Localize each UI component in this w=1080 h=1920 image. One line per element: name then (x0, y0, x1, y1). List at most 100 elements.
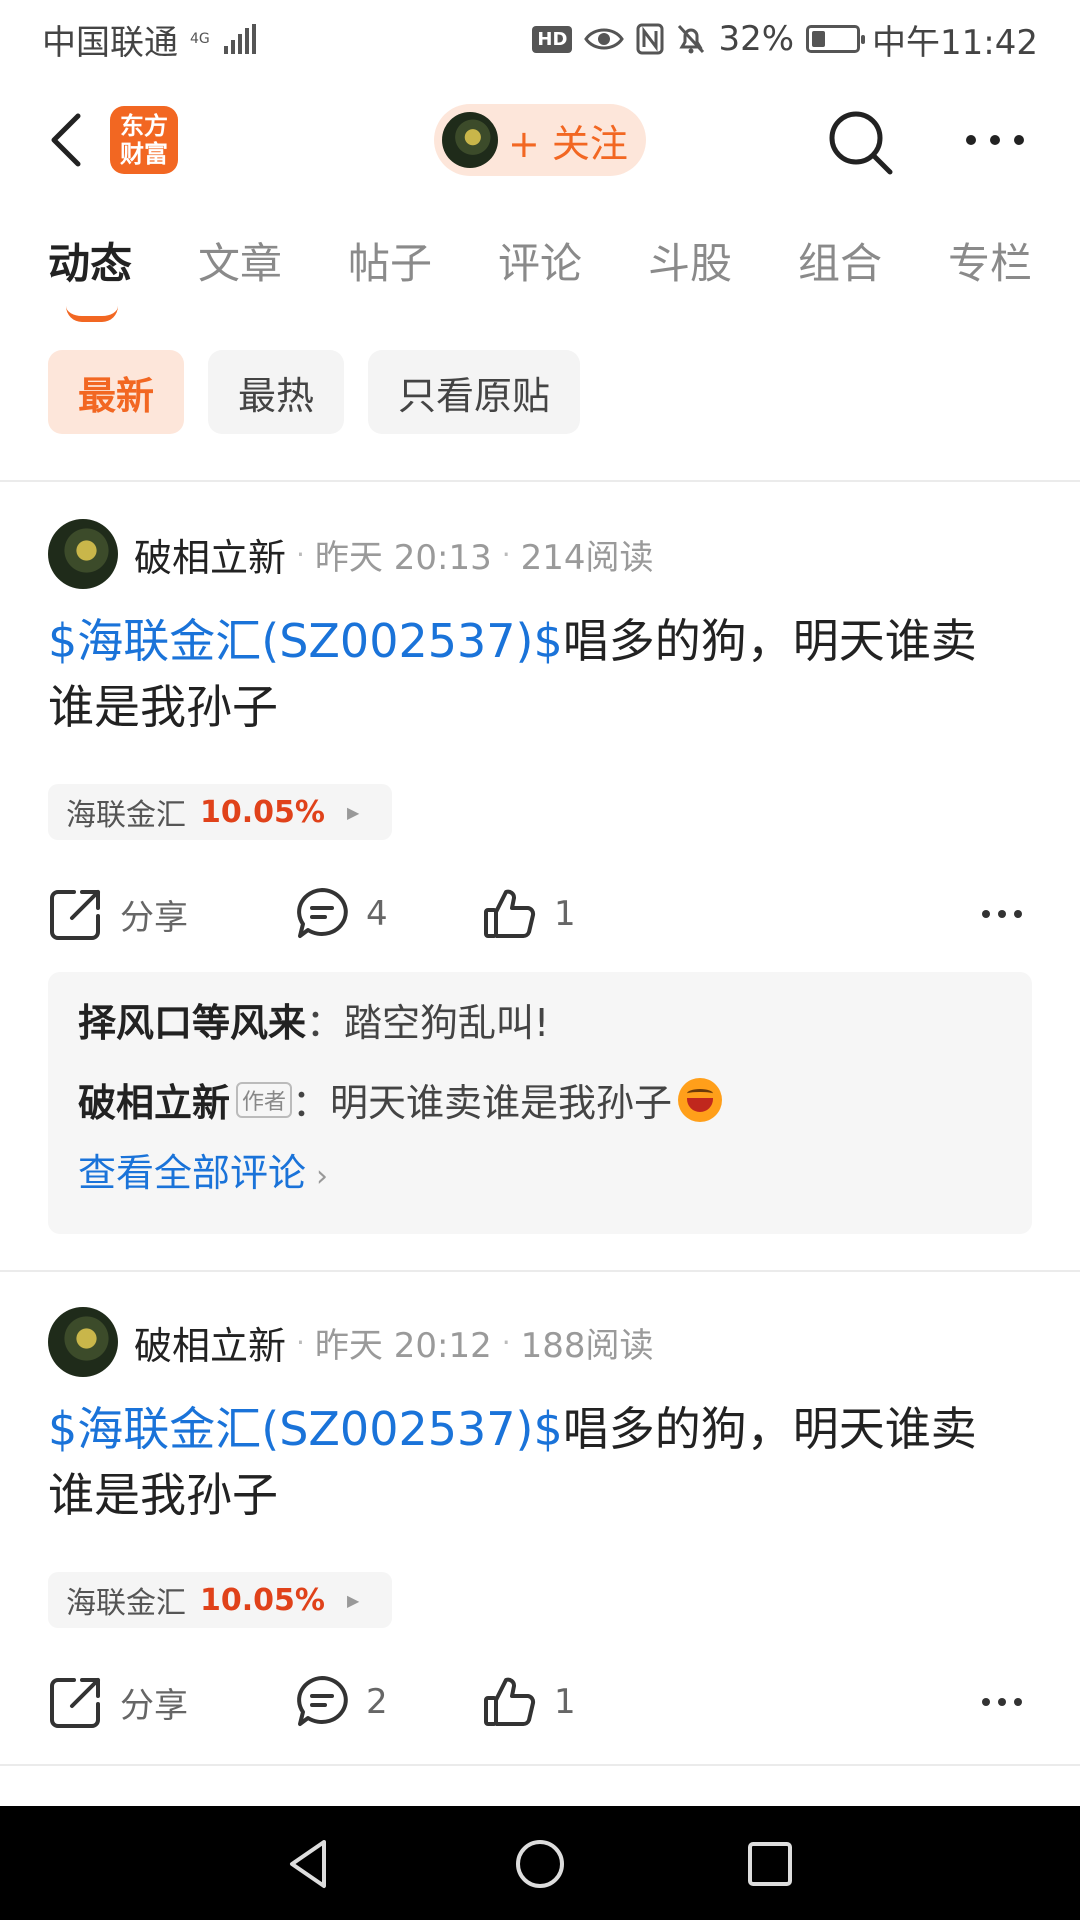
comment-text: 踏空狗乱叫! (344, 1001, 550, 1045)
follow-label: + 关注 (508, 121, 628, 166)
arrow-right-icon: ▶ (346, 802, 360, 822)
post-meta: 破相立新 · 昨天 20:12 · 188阅读 (48, 1306, 654, 1378)
filter-original-only[interactable]: 只看原贴 (368, 350, 581, 434)
post-actions: 分享 2 1 (48, 1662, 1032, 1742)
comment-text: 明天谁卖谁是我孙子 (330, 1081, 673, 1125)
home-circle-icon[interactable] (510, 1834, 570, 1894)
stock-name: 海联金汇 (66, 798, 186, 833)
author-name[interactable]: 破相立新 (134, 1315, 286, 1370)
like-button[interactable]: 1 (482, 874, 576, 954)
tab-articles[interactable]: 文章 (198, 230, 282, 291)
tab-posts[interactable]: 帖子 (348, 230, 432, 291)
stock-change: 10.05% (200, 1582, 325, 1618)
separator-dot: · (296, 1325, 305, 1359)
avatar[interactable] (48, 519, 118, 589)
thumbs-up-icon (484, 889, 536, 938)
stock-link[interactable]: $海联金汇(SZ002537)$ (48, 1402, 563, 1456)
like-count: 1 (554, 1682, 576, 1722)
recents-square-icon[interactable] (740, 1834, 800, 1894)
comment-icon (297, 1676, 348, 1726)
post-meta: 破相立新 · 昨天 20:13 · 214阅读 (48, 518, 654, 590)
commenter-name[interactable]: 破相立新 (78, 1072, 230, 1127)
author-badge: 作者 (236, 1081, 293, 1118)
stock-change: 10.05% (200, 794, 325, 830)
laughing-emoji-icon (678, 1077, 723, 1122)
more-icon[interactable] (978, 894, 1026, 934)
comment-button[interactable]: 4 (294, 874, 388, 954)
system-nav-bar (0, 1806, 1080, 1920)
eye-icon (584, 28, 625, 50)
stock-link[interactable]: $海联金汇(SZ002537)$ (48, 614, 563, 668)
share-button[interactable]: 分享 (48, 1662, 188, 1742)
comment-button[interactable]: 2 (294, 1662, 388, 1742)
hd-icon: HD (532, 25, 573, 53)
tab-comments[interactable]: 评论 (498, 230, 582, 291)
colon: ： (306, 1001, 345, 1045)
battery-icon (806, 25, 866, 53)
top-bar: 东方 财富 + 关注 (0, 90, 1080, 190)
signal-icon (223, 24, 256, 54)
stock-name: 海联金汇 (66, 1586, 186, 1621)
view-all-label: 查看全部评论 (78, 1151, 307, 1195)
share-icon (50, 890, 100, 940)
logo-text-bottom: 财富 (120, 140, 168, 168)
filter-latest[interactable]: 最新 (48, 350, 185, 434)
divider (0, 1764, 1080, 1766)
post-time: 昨天 20:13 (314, 537, 492, 578)
network-type: 4G (190, 31, 210, 47)
back-arrow-icon[interactable] (40, 108, 100, 172)
comment-count: 4 (366, 894, 388, 934)
profile-tabs: 动态 文章 帖子 评论 斗股 组合 专栏 (0, 230, 1080, 322)
tab-portfolio[interactable]: 组合 (798, 230, 882, 291)
share-label: 分享 (120, 897, 188, 938)
more-icon[interactable] (978, 1682, 1026, 1722)
author-name[interactable]: 破相立新 (134, 527, 286, 582)
status-bar: 中国联通 4G HD 32% 中午11:42 (0, 0, 1080, 78)
filter-bar: 最新 最热 只看原贴 (48, 350, 581, 434)
search-icon[interactable] (826, 108, 896, 178)
comment-item[interactable]: 破相立新 作者：明天谁卖谁是我孙子 (78, 1072, 723, 1127)
post-actions: 分享 4 1 (48, 874, 1032, 954)
follow-button[interactable]: + 关注 (434, 104, 646, 176)
battery-percent: 32% (718, 19, 795, 59)
avatar (442, 112, 498, 168)
chevron-right-icon: › (316, 1159, 329, 1194)
like-button[interactable]: 1 (482, 1662, 576, 1742)
post-text[interactable]: $海联金汇(SZ002537)$唱多的狗，明天谁卖谁是我孙子 (48, 1396, 1008, 1528)
thumbs-up-icon (484, 1677, 536, 1726)
arrow-right-icon: ▶ (346, 1590, 360, 1610)
carrier-name: 中国联通 (42, 22, 178, 63)
stock-tag[interactable]: 海联金汇 10.05% ▶ (48, 1572, 392, 1628)
logo-text-top: 东方 (120, 112, 168, 140)
filter-hot[interactable]: 最热 (208, 350, 345, 434)
comment-preview[interactable]: 择风口等风来：踏空狗乱叫! 破相立新 作者：明天谁卖谁是我孙子 查看全部评论 › (48, 972, 1032, 1234)
mute-bell-icon (678, 24, 705, 54)
share-label: 分享 (120, 1685, 188, 1726)
comment-item[interactable]: 择风口等风来：踏空狗乱叫! (78, 992, 549, 1047)
active-tab-indicator (66, 306, 118, 322)
tab-dynamic[interactable]: 动态 (48, 230, 132, 291)
comment-count: 2 (366, 1682, 388, 1722)
read-count: 214阅读 (520, 537, 654, 578)
tab-column[interactable]: 专栏 (948, 230, 1032, 291)
commenter-name[interactable]: 择风口等风来 (78, 992, 306, 1047)
read-count: 188阅读 (520, 1325, 654, 1366)
more-icon[interactable] (960, 112, 1030, 168)
back-triangle-icon[interactable] (280, 1834, 340, 1894)
clock: 中午11:42 (872, 22, 1038, 63)
avatar[interactable] (48, 1307, 118, 1377)
tab-stock-battle[interactable]: 斗股 (648, 230, 732, 291)
colon: ： (292, 1081, 331, 1125)
divider (0, 480, 1080, 482)
divider (0, 1270, 1080, 1272)
stock-tag[interactable]: 海联金汇 10.05% ▶ (48, 784, 392, 840)
nfc-icon (636, 23, 664, 55)
post-time: 昨天 20:12 (314, 1325, 492, 1366)
share-icon (50, 1678, 100, 1728)
view-all-comments-link[interactable]: 查看全部评论 › (78, 1142, 328, 1197)
share-button[interactable]: 分享 (48, 874, 188, 954)
separator-dot: · (296, 537, 305, 571)
post-text[interactable]: $海联金汇(SZ002537)$唱多的狗，明天谁卖谁是我孙子 (48, 608, 1008, 740)
app-logo: 东方 财富 (110, 106, 178, 174)
like-count: 1 (554, 894, 576, 934)
